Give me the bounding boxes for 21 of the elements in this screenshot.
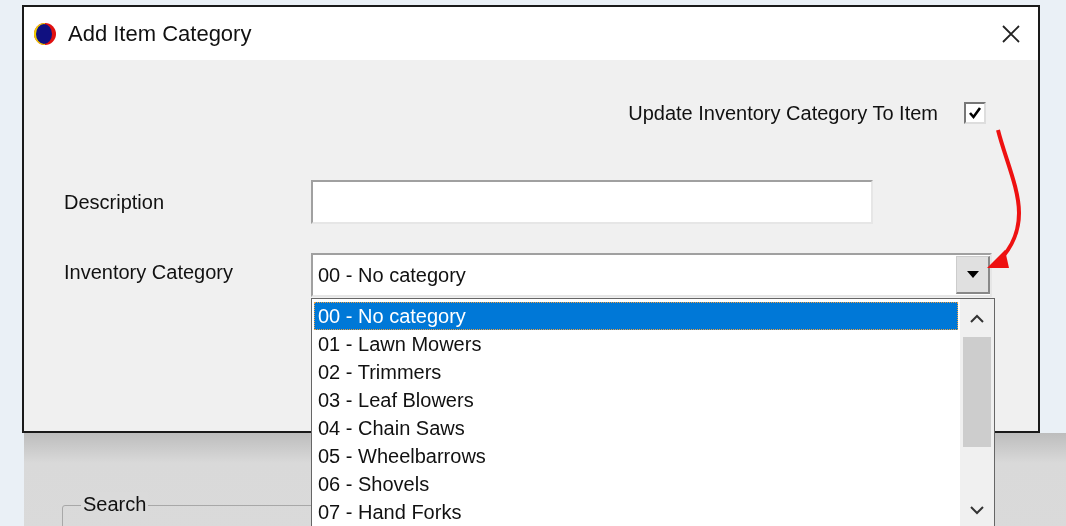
scrollbar-thumb[interactable] — [963, 337, 991, 447]
dropdown-option[interactable]: 07 - Hand Forks — [314, 498, 958, 526]
checkbox-label: Update Inventory Category To Item — [628, 101, 938, 126]
dropdown-option[interactable]: 01 - Lawn Mowers — [314, 330, 958, 358]
field-label: Description — [64, 190, 166, 215]
check-icon — [968, 106, 982, 120]
app-logo-icon — [32, 20, 58, 47]
close-icon[interactable] — [1000, 22, 1022, 45]
dropdown-arrow-button[interactable] — [956, 256, 990, 294]
checkbox[interactable] — [964, 102, 986, 124]
dropdown-option[interactable]: 00 - No category — [314, 302, 958, 330]
dropdown-option[interactable]: 03 - Leaf Blowers — [314, 386, 958, 414]
dropdown-option[interactable]: 02 - Trimmers — [314, 358, 958, 386]
dropdown-option[interactable]: 06 - Shovels — [314, 470, 958, 498]
caret-icon — [966, 271, 979, 278]
field-label: Inventory Category — [64, 260, 234, 285]
category-dropdown[interactable]: 00 - No category — [311, 253, 992, 297]
dropdown-option[interactable]: 04 - Chain Saws — [314, 414, 958, 442]
window-title: Add Item Category — [68, 20, 252, 48]
description-field[interactable] — [311, 180, 873, 224]
dropdown-option[interactable]: 05 - Wheelbarrows — [314, 442, 958, 470]
